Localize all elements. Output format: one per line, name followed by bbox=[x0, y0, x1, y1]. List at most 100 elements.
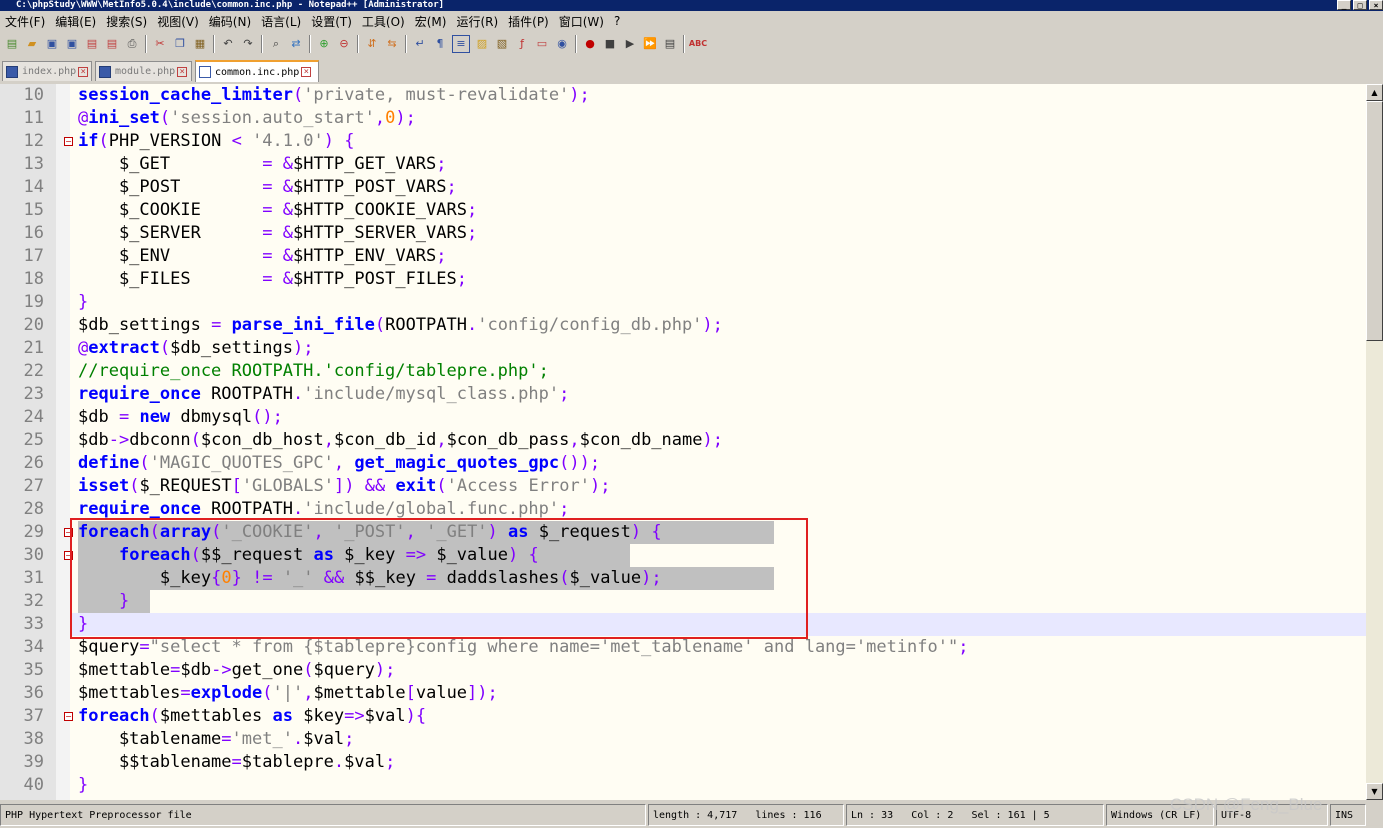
sync-vertical-icon[interactable]: ⇵ bbox=[364, 36, 380, 52]
code-line[interactable]: $_ENV = &$HTTP_ENV_VARS; bbox=[78, 245, 447, 268]
indent-guide-icon[interactable]: ≡ bbox=[452, 35, 470, 53]
fold-toggle-icon[interactable]: − bbox=[64, 712, 73, 721]
line-number: 15 bbox=[23, 200, 44, 220]
user-lang-icon[interactable]: ▨ bbox=[474, 36, 490, 52]
code-line[interactable]: $_POST = &$HTTP_POST_VARS; bbox=[78, 176, 457, 199]
close-all-icon[interactable]: ▤ bbox=[104, 36, 120, 52]
line-number: 22 bbox=[23, 361, 44, 381]
menu-run[interactable]: 运行(R) bbox=[451, 13, 503, 30]
minimize-button[interactable]: _ bbox=[1337, 0, 1351, 10]
maximize-button[interactable]: □ bbox=[1353, 0, 1367, 10]
menu-search[interactable]: 搜索(S) bbox=[101, 13, 152, 30]
line-number: 31 bbox=[23, 568, 44, 588]
code-line[interactable]: } bbox=[78, 291, 88, 314]
code-line[interactable]: require_once ROOTPATH.'include/mysql_cla… bbox=[78, 383, 569, 406]
zoom-in-icon[interactable]: ⊕ bbox=[316, 36, 332, 52]
code-line[interactable]: $db_settings = parse_ini_file(ROOTPATH.'… bbox=[78, 314, 723, 337]
line-number: 34 bbox=[23, 637, 44, 657]
menu-language[interactable]: 语言(L) bbox=[256, 13, 306, 30]
close-file-icon[interactable]: ▤ bbox=[84, 36, 100, 52]
code-line[interactable]: $_GET = &$HTTP_GET_VARS; bbox=[78, 153, 447, 176]
run-macro-multiple-icon[interactable]: ⏩ bbox=[642, 36, 658, 52]
title-bar: C:\phpStudy\WWW\MetInfo5.0.4\include\com… bbox=[0, 0, 1383, 11]
scroll-up-icon[interactable]: ▲ bbox=[1366, 84, 1383, 101]
play-macro-icon[interactable]: ▶ bbox=[622, 36, 638, 52]
replace-icon[interactable]: ⇄ bbox=[288, 36, 304, 52]
fold-toggle-icon[interactable]: − bbox=[64, 137, 73, 146]
tab-label: common.inc.php bbox=[215, 66, 300, 78]
close-tab-icon[interactable]: × bbox=[301, 67, 312, 77]
redo-icon[interactable]: ↷ bbox=[240, 36, 256, 52]
status-length: length : 4,717 bbox=[653, 810, 738, 821]
record-macro-icon[interactable]: ● bbox=[582, 36, 598, 52]
code-line[interactable]: $_COOKIE = &$HTTP_COOKIE_VARS; bbox=[78, 199, 477, 222]
line-number: 28 bbox=[23, 499, 44, 519]
menu-settings[interactable]: 设置(T) bbox=[306, 13, 357, 30]
line-number: 24 bbox=[23, 407, 44, 427]
menu-plugins[interactable]: 插件(P) bbox=[503, 13, 554, 30]
menu-file[interactable]: 文件(F) bbox=[0, 13, 50, 30]
show-all-chars-icon[interactable]: ¶ bbox=[432, 36, 448, 52]
close-button[interactable]: × bbox=[1369, 0, 1383, 10]
code-line[interactable]: define('MAGIC_QUOTES_GPC', get_magic_quo… bbox=[78, 452, 600, 475]
code-line[interactable]: $query="select * from {$tablepre}config … bbox=[78, 636, 968, 659]
code-line[interactable]: $_FILES = &$HTTP_POST_FILES; bbox=[78, 268, 467, 291]
scroll-down-icon[interactable]: ▼ bbox=[1366, 783, 1383, 800]
code-line[interactable]: @ini_set('session.auto_start',0); bbox=[78, 107, 416, 130]
cut-icon[interactable]: ✂ bbox=[152, 36, 168, 52]
status-ln: Ln : 33 bbox=[851, 810, 894, 821]
code-line[interactable]: session_cache_limiter('private, must-rev… bbox=[78, 84, 590, 107]
code-line[interactable]: foreach($mettables as $key=>$val){ bbox=[78, 705, 426, 728]
close-tab-icon[interactable]: × bbox=[177, 66, 188, 77]
copy-icon[interactable]: ❐ bbox=[172, 36, 188, 52]
vertical-scrollbar[interactable]: ▲ ▼ bbox=[1366, 84, 1383, 800]
stop-macro-icon[interactable]: ■ bbox=[602, 36, 618, 52]
code-line[interactable]: isset($_REQUEST['GLOBALS']) && exit('Acc… bbox=[78, 475, 610, 498]
code-line[interactable]: $db->dbconn($con_db_host,$con_db_id,$con… bbox=[78, 429, 723, 452]
menu-bar: 文件(F) 编辑(E) 搜索(S) 视图(V) 编码(N) 语言(L) 设置(T… bbox=[0, 11, 1383, 31]
tab-index-php[interactable]: index.php × bbox=[2, 61, 92, 81]
code-line[interactable]: $_SERVER = &$HTTP_SERVER_VARS; bbox=[78, 222, 477, 245]
code-line[interactable]: } bbox=[78, 774, 88, 797]
code-line[interactable]: $tablename='met_'.$val; bbox=[78, 728, 354, 751]
menu-window[interactable]: 窗口(W) bbox=[554, 13, 609, 30]
code-line[interactable]: if(PHP_VERSION < '4.1.0') { bbox=[78, 130, 354, 153]
function-list-icon[interactable]: ƒ bbox=[514, 36, 530, 52]
code-line[interactable]: $$tablename=$tablepre.$val; bbox=[78, 751, 395, 774]
code-line[interactable]: $mettable=$db->get_one($query); bbox=[78, 659, 395, 682]
menu-macro[interactable]: 宏(M) bbox=[410, 13, 452, 30]
monitor-icon[interactable]: ◉ bbox=[554, 36, 570, 52]
menu-encoding[interactable]: 编码(N) bbox=[204, 13, 256, 30]
zoom-out-icon[interactable]: ⊖ bbox=[336, 36, 352, 52]
folder-workspace-icon[interactable]: ▭ bbox=[534, 36, 550, 52]
save-icon[interactable]: ▣ bbox=[44, 36, 60, 52]
code-editor[interactable]: 10 session_cache_limiter('private, must-r… bbox=[0, 84, 1366, 800]
tab-common-inc-php[interactable]: common.inc.php × bbox=[195, 60, 319, 82]
doc-map-icon[interactable]: ▧ bbox=[494, 36, 510, 52]
menu-help[interactable]: ? bbox=[609, 14, 625, 28]
print-icon[interactable]: ⎙ bbox=[124, 36, 140, 52]
open-file-icon[interactable]: ▰ bbox=[24, 36, 40, 52]
code-line[interactable]: //require_once ROOTPATH.'config/tablepre… bbox=[78, 360, 549, 383]
scroll-thumb[interactable] bbox=[1366, 101, 1383, 341]
code-line[interactable]: @extract($db_settings); bbox=[78, 337, 313, 360]
code-line[interactable]: $mettables=explode('|',$mettable[value])… bbox=[78, 682, 498, 705]
menu-edit[interactable]: 编辑(E) bbox=[50, 13, 101, 30]
close-tab-icon[interactable]: × bbox=[78, 66, 89, 77]
sync-horizontal-icon[interactable]: ⇆ bbox=[384, 36, 400, 52]
menu-tools[interactable]: 工具(O) bbox=[357, 13, 410, 30]
undo-icon[interactable]: ↶ bbox=[220, 36, 236, 52]
tab-bar: index.php × module.php × common.inc.php … bbox=[0, 60, 1383, 82]
line-number: 17 bbox=[23, 246, 44, 266]
file-icon bbox=[6, 65, 18, 78]
paste-icon[interactable]: ▦ bbox=[192, 36, 208, 52]
tab-module-php[interactable]: module.php × bbox=[95, 61, 192, 81]
save-all-icon[interactable]: ▣ bbox=[64, 36, 80, 52]
save-macro-icon[interactable]: ▤ bbox=[662, 36, 678, 52]
find-icon[interactable]: ⌕ bbox=[268, 36, 284, 52]
code-line[interactable]: $db = new dbmysql(); bbox=[78, 406, 283, 429]
word-wrap-icon[interactable]: ↵ bbox=[412, 36, 428, 52]
spell-check-icon[interactable]: ABC bbox=[689, 36, 707, 52]
new-file-icon[interactable]: ▤ bbox=[4, 36, 20, 52]
menu-view[interactable]: 视图(V) bbox=[152, 13, 204, 30]
